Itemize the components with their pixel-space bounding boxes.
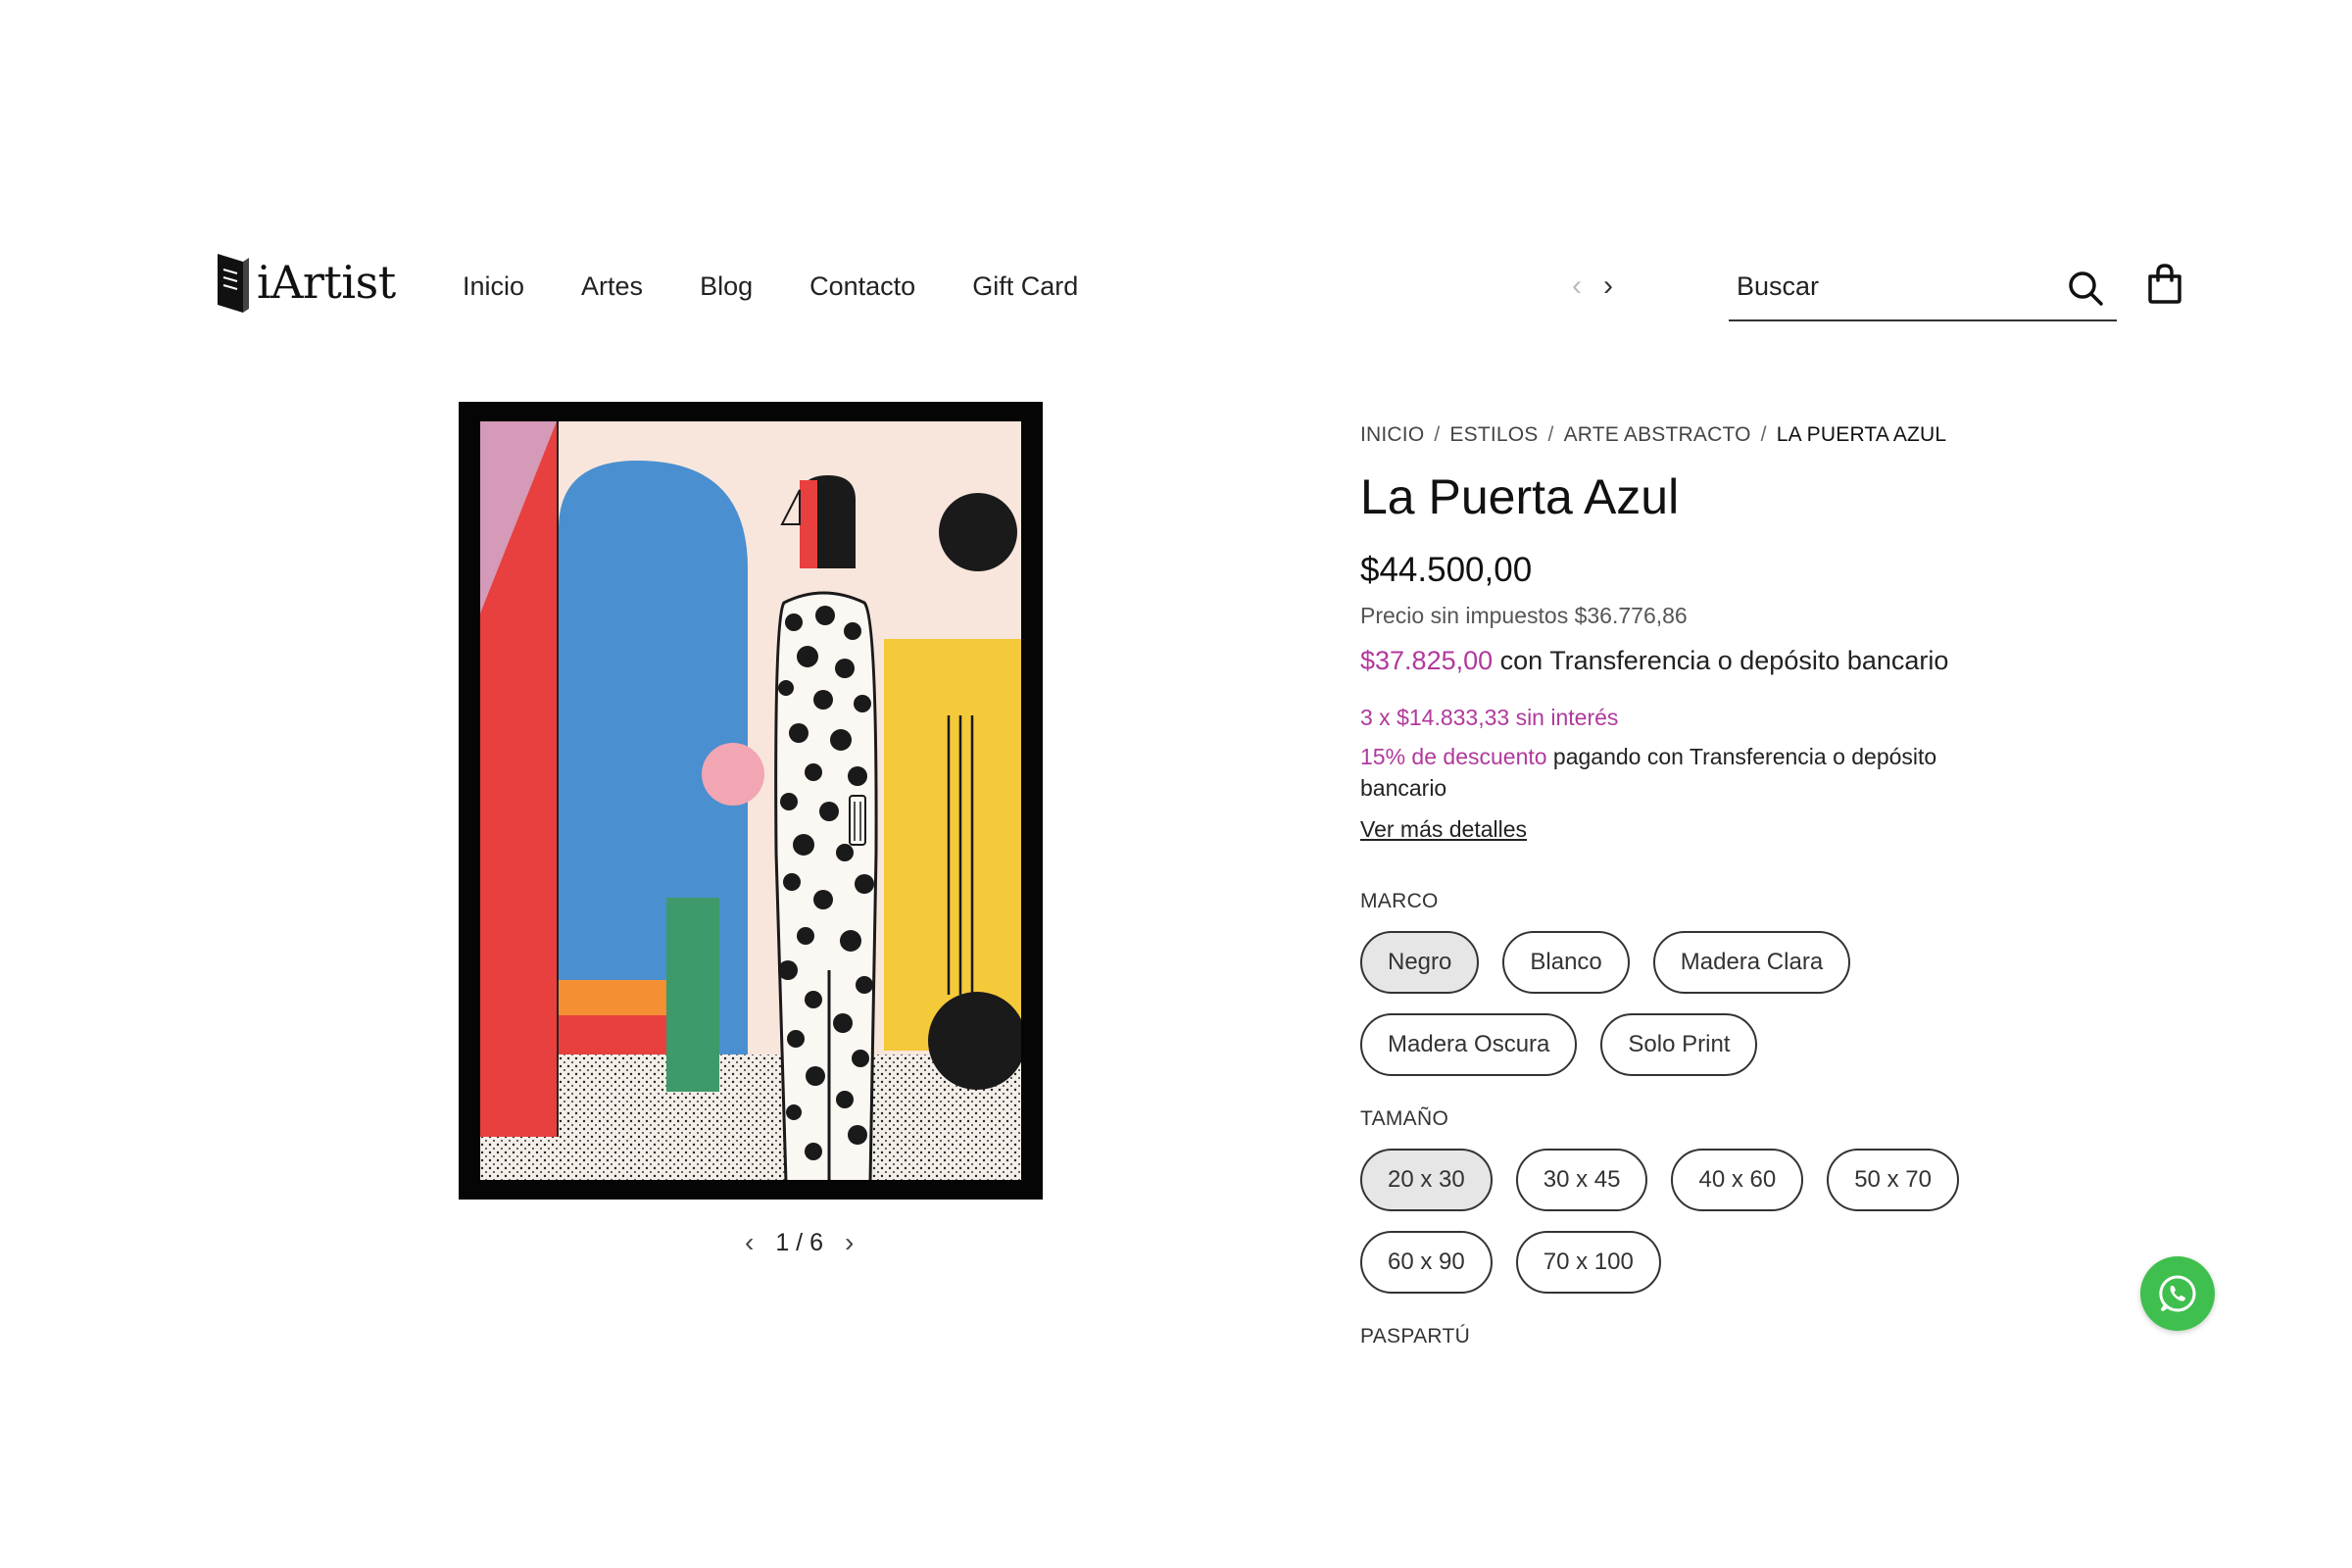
search-input[interactable] [1737,263,2031,310]
transfer-price-text: con Transferencia o depósito bancario [1493,646,1949,675]
logo[interactable]: iArtist [214,247,396,318]
frame-option-madera-oscura[interactable]: Madera Oscura [1360,1013,1578,1076]
gallery-counter: 1 / 6 [775,1228,823,1256]
nav-item-artes[interactable]: Artes [581,265,643,308]
see-more-details-link[interactable]: Ver más detalles [1360,813,1527,845]
search-icon[interactable] [2066,269,2105,308]
discount-accent: 15% de descuento [1360,744,1547,769]
installments-info: 3 x $14.833,33 sin interés [1360,705,1619,730]
size-options: 20 x 30 30 x 45 40 x 60 50 x 70 60 x 90 … [1360,1149,2027,1294]
transfer-price-line: $37.825,00 con Transferencia o depósito … [1360,643,2046,678]
price-without-tax: Precio sin impuestos $36.776,86 [1360,603,1688,628]
header-next-arrow-icon[interactable]: › [1603,267,1613,306]
gallery-prev-icon[interactable]: ‹ [745,1227,754,1258]
size-option-40x60[interactable]: 40 x 60 [1671,1149,1804,1211]
logo-text: iArtist [257,256,396,309]
product-price: $44.500,00 [1360,551,1533,589]
search-bar [1729,257,2117,321]
discount-info: 15% de descuento pagando con Transferenc… [1360,741,1987,804]
transfer-price: $37.825,00 [1360,646,1494,675]
breadcrumb-arte-abstracto[interactable]: ARTE ABSTRACTO [1564,423,1751,447]
size-option-20x30[interactable]: 20 x 30 [1360,1149,1493,1211]
logo-icon [218,254,249,313]
size-option-50x70[interactable]: 50 x 70 [1827,1149,1959,1211]
mat-option-label: PASPARTÚ [1360,1325,1471,1348]
frame-option-solo-print[interactable]: Solo Print [1600,1013,1758,1076]
product-title: La Puerta Azul [1360,469,1680,524]
size-option-70x100[interactable]: 70 x 100 [1515,1231,1661,1294]
frame-options: Negro Blanco Madera Clara Madera Oscura … [1360,931,2027,1076]
breadcrumb-separator: / [1760,423,1767,446]
site-header: iArtist Inicio Artes Blog Contacto Gift … [0,0,2352,353]
nav-item-contacto[interactable]: Contacto [809,265,915,308]
gallery-pagination: ‹ 1 / 6 › [745,1227,854,1258]
cart-bag-icon[interactable] [2146,263,2183,304]
frame-option-label: MARCO [1360,890,1439,912]
breadcrumb-current: LA PUERTA AZUL [1776,423,1947,446]
size-option-60x90[interactable]: 60 x 90 [1360,1231,1493,1294]
nav-item-blog[interactable]: Blog [700,265,753,308]
header-prev-arrow-icon[interactable]: ‹ [1572,267,1582,306]
header-pager: ‹ › [1572,267,1613,306]
whatsapp-icon [2159,1275,2196,1312]
whatsapp-button[interactable] [2140,1256,2215,1331]
size-option-label: TAMAÑO [1360,1107,1449,1130]
product-info: INICIO / ESTILOS / ARTE ABSTRACTO / LA P… [1360,412,2046,1350]
breadcrumb-estilos[interactable]: ESTILOS [1449,423,1538,447]
breadcrumb-inicio[interactable]: INICIO [1360,423,1424,447]
nav-item-inicio[interactable]: Inicio [463,265,524,308]
main-nav: Inicio Artes Blog Contacto Gift Card [463,265,1135,308]
breadcrumb-separator: / [1547,423,1554,446]
frame-option-blanco[interactable]: Blanco [1502,931,1630,994]
gallery-next-icon[interactable]: › [845,1227,854,1258]
nav-item-gift-card[interactable]: Gift Card [972,265,1078,308]
product-image[interactable] [459,402,1043,1200]
artwork-image [480,421,1026,1184]
frame-option-negro[interactable]: Negro [1360,931,1480,994]
size-option-30x45[interactable]: 30 x 45 [1515,1149,1648,1211]
breadcrumb: INICIO / ESTILOS / ARTE ABSTRACTO / LA P… [1360,423,2046,447]
frame-option-madera-clara[interactable]: Madera Clara [1652,931,1851,994]
breadcrumb-separator: / [1434,423,1441,446]
